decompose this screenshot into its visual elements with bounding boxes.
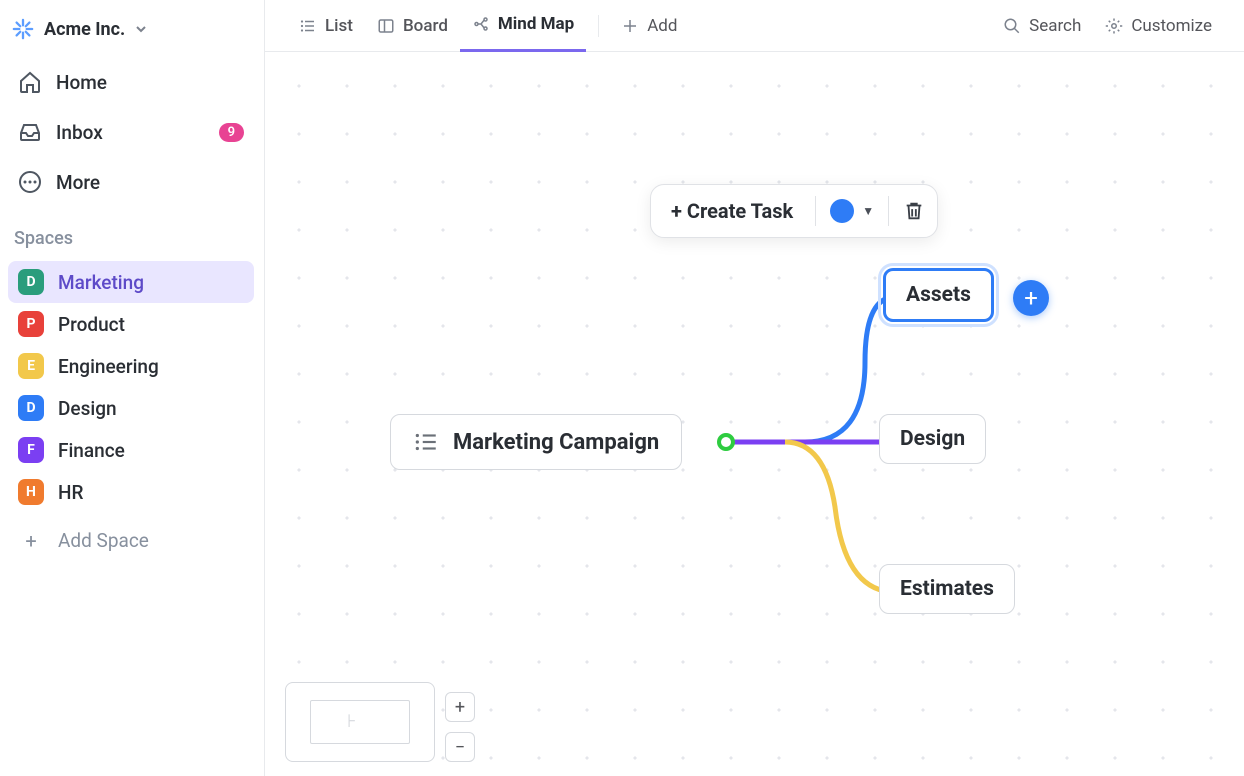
space-badge: E	[18, 353, 44, 379]
node-assets[interactable]: Assets	[883, 268, 994, 322]
space-label: HR	[58, 481, 83, 504]
tab-label: List	[325, 16, 353, 36]
view-tabs: List Board Mind Map Add Search Customize	[265, 0, 1244, 52]
nav-more[interactable]: More	[8, 160, 254, 204]
nav-inbox[interactable]: Inbox 9	[8, 110, 254, 154]
divider	[888, 196, 889, 226]
chevron-down-icon: ▼	[862, 204, 874, 218]
zoom-out-button[interactable]: −	[445, 732, 475, 762]
node-assets-label: Assets	[906, 283, 971, 307]
add-view[interactable]: Add	[611, 0, 687, 52]
customize-label: Customize	[1131, 16, 1212, 36]
minimap-viewport: ⊦	[310, 700, 410, 744]
tab-label: Mind Map	[498, 14, 574, 34]
nav-home-label: Home	[56, 71, 107, 94]
connector-dot[interactable]	[717, 433, 735, 451]
tab-mind-map[interactable]: Mind Map	[460, 0, 586, 52]
list-icon	[299, 17, 317, 35]
edge-estimates	[685, 437, 895, 617]
search-label: Search	[1029, 16, 1081, 36]
list-icon	[413, 429, 439, 455]
space-label: Finance	[58, 439, 125, 462]
inbox-icon	[18, 120, 42, 144]
tab-board[interactable]: Board	[365, 0, 460, 52]
minimap[interactable]: ⊦	[285, 682, 435, 762]
workspace-name: Acme Inc.	[44, 19, 125, 40]
mindmap-icon	[472, 15, 490, 33]
divider	[598, 15, 599, 37]
space-badge: H	[18, 479, 44, 505]
space-label: Marketing	[58, 271, 144, 294]
node-estimates[interactable]: Estimates	[879, 564, 1015, 614]
add-child-button[interactable]: +	[1013, 280, 1049, 316]
plus-icon: +	[18, 531, 44, 551]
divider	[815, 196, 816, 226]
mindmap-canvas[interactable]: Marketing Campaign Assets + Design Estim…	[265, 52, 1244, 776]
brand-icon	[12, 18, 34, 40]
space-badge: D	[18, 269, 44, 295]
zoom-controls: + −	[445, 692, 475, 762]
edge-design	[685, 432, 885, 452]
space-item-marketing[interactable]: D Marketing	[8, 261, 254, 303]
space-badge: F	[18, 437, 44, 463]
node-estimates-label: Estimates	[900, 577, 994, 601]
chevron-down-icon	[135, 23, 147, 35]
node-toolbar: + Create Task ▼	[650, 184, 938, 238]
space-item-engineering[interactable]: E Engineering	[8, 345, 254, 387]
space-badge: D	[18, 395, 44, 421]
edge-assets	[685, 252, 895, 452]
color-swatch	[830, 199, 854, 223]
color-picker[interactable]: ▼	[830, 199, 874, 223]
tab-label: Board	[403, 16, 448, 36]
space-badge: P	[18, 311, 44, 337]
home-icon	[18, 70, 42, 94]
nav-more-label: More	[56, 171, 100, 194]
search-icon	[1003, 17, 1021, 35]
nav-inbox-label: Inbox	[56, 121, 103, 144]
add-space[interactable]: + Add Space	[8, 519, 254, 562]
spaces-heading: Spaces	[8, 210, 254, 255]
inbox-badge: 9	[219, 123, 244, 142]
node-design-label: Design	[900, 427, 965, 451]
tab-list[interactable]: List	[287, 0, 365, 52]
search[interactable]: Search	[993, 0, 1091, 52]
node-root-label: Marketing Campaign	[453, 430, 659, 455]
space-item-product[interactable]: P Product	[8, 303, 254, 345]
space-item-design[interactable]: D Design	[8, 387, 254, 429]
workspace-switcher[interactable]: Acme Inc.	[8, 14, 254, 54]
plus-icon	[621, 17, 639, 35]
space-item-finance[interactable]: F Finance	[8, 429, 254, 471]
board-icon	[377, 17, 395, 35]
node-design[interactable]: Design	[879, 414, 986, 464]
space-label: Product	[58, 313, 125, 336]
add-view-label: Add	[647, 16, 677, 36]
nav-home[interactable]: Home	[8, 60, 254, 104]
sidebar: Acme Inc. Home Inbox 9 More Spaces D Mark…	[0, 0, 265, 776]
zoom-in-button[interactable]: +	[445, 692, 475, 722]
minimap-glyph: ⊦	[347, 711, 356, 732]
more-icon	[18, 170, 42, 194]
gear-icon	[1105, 17, 1123, 35]
space-label: Design	[58, 397, 117, 420]
space-item-hr[interactable]: H HR	[8, 471, 254, 513]
space-label: Engineering	[58, 355, 159, 378]
trash-icon[interactable]	[903, 200, 925, 222]
customize[interactable]: Customize	[1095, 0, 1222, 52]
node-root[interactable]: Marketing Campaign	[390, 414, 682, 470]
add-space-label: Add Space	[58, 529, 149, 552]
create-task-button[interactable]: + Create Task	[663, 195, 801, 227]
